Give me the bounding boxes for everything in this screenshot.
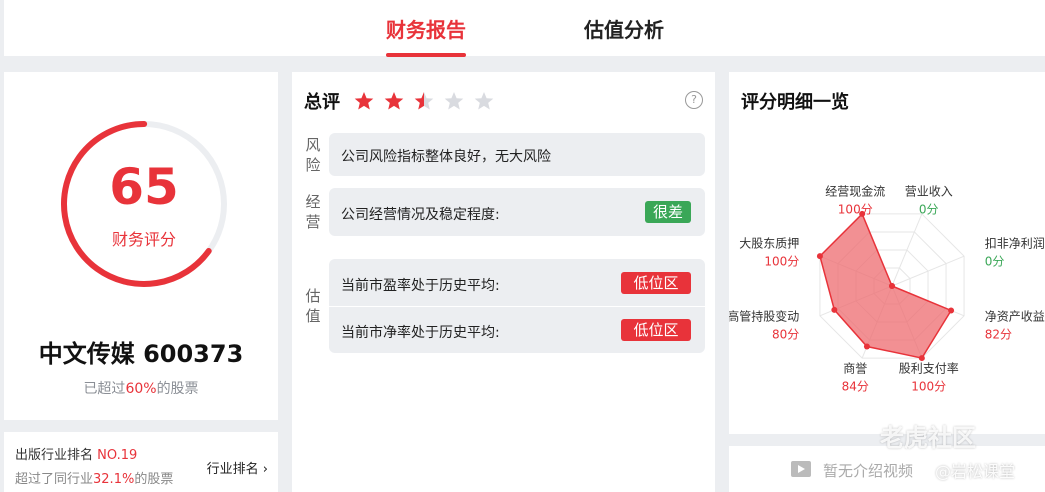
top-tab-bar: 财务报告 估值分析	[4, 0, 1045, 57]
radar-label: 营业收入	[905, 184, 953, 198]
radar-point	[889, 283, 895, 289]
industry-beat-pct: 32.1%	[93, 472, 135, 487]
radar-label: 股利支付率	[899, 361, 959, 376]
tab-valuation-analysis-label: 估值分析	[584, 18, 664, 42]
score-card: 65 财务评分 中文传媒 600373 已超过60%的股票	[4, 72, 278, 420]
radar-value: 100分	[838, 202, 873, 216]
star-half-icon	[414, 92, 434, 110]
radar-label: 净资产收益	[985, 310, 1045, 324]
radar-value: 84分	[842, 380, 869, 394]
radar-value: 82分	[985, 328, 1012, 342]
operations-label: 经营	[305, 193, 321, 231]
active-tab-underline	[386, 53, 466, 57]
star-full-icon	[384, 92, 404, 110]
industry-rank-card: 出版行业排名 NO.19 超过了同行业32.1%的股票 行业排名 ›	[4, 432, 278, 492]
help-icon[interactable]: ?	[685, 91, 703, 109]
radar-label: 商誉	[843, 361, 867, 376]
pe-text: 当前市盈率处于历史平均:	[341, 278, 500, 294]
industry-rank-no: NO.19	[97, 448, 138, 463]
watermark-community: 老虎社区	[880, 424, 976, 452]
radar-point	[863, 343, 870, 350]
radar-data-area	[819, 212, 953, 359]
tab-financial-report-label: 财务报告	[386, 18, 466, 42]
risk-label: 风险	[305, 136, 321, 174]
operations-text: 公司经营情况及稳定程度:	[341, 207, 500, 223]
radar-point	[918, 355, 925, 362]
summary-card: 总评 ? 风险 公司风险指标整体良好，无大风险 经营 公司经营情况及稳定程度: …	[292, 72, 715, 492]
valuation-label: 估值	[305, 287, 321, 325]
score-detail-card: 评分明细一览 营业收入 0分 扣非净利润 0分 净资产收益 82分 股利支付率 100分 商誉 8…	[729, 72, 1045, 434]
star-empty-icon	[444, 92, 464, 110]
radar-label: 大股东质押	[739, 236, 799, 250]
radar-value: 0分	[985, 254, 1005, 268]
summary-title: 总评	[304, 92, 340, 113]
score-value: 65	[109, 158, 179, 216]
industry-beat-text: 超过了同行业32.1%的股票	[15, 472, 174, 487]
radar-chart: 营业收入0分扣非净利润0分净资产收益82分股利支付率100分商誉84分高管持股变…	[729, 183, 1045, 394]
exceed-text: 已超过60%的股票	[83, 381, 199, 397]
industry-rank-link[interactable]: 行业排名 ›	[207, 458, 268, 477]
video-placeholder: 暂无介绍视频	[791, 460, 914, 481]
industry-rank-text: 出版行业排名 NO.19	[15, 448, 138, 463]
radar-label: 高管持股变动	[729, 309, 799, 324]
score-ring: 65 财务评分	[58, 118, 230, 290]
video-icon	[791, 461, 811, 477]
star-full-icon	[354, 92, 374, 110]
chevron-right-icon: ›	[262, 462, 268, 477]
radar-value: 100分	[764, 254, 799, 268]
pb-text: 当前市净率处于历史平均:	[341, 325, 500, 341]
risk-text: 公司风险指标整体良好，无大风险	[341, 149, 551, 165]
stock-name-code: 中文传媒 600373	[38, 340, 244, 368]
star-empty-icon	[474, 92, 494, 110]
valuation-box: 当前市盈率处于历史平均: 低位区 当前市净率处于历史平均: 低位区	[329, 259, 705, 353]
tab-financial-report[interactable]: 财务报告	[386, 14, 466, 57]
star-rating	[354, 91, 494, 111]
radar-point	[831, 306, 838, 313]
radar-label: 经营现金流	[825, 183, 885, 198]
valuation-divider	[329, 306, 705, 307]
exceed-pct: 60%	[125, 381, 157, 397]
radar-label: 扣非净利润	[985, 236, 1045, 250]
pb-tag: 低位区	[621, 319, 691, 341]
operations-tag: 很差	[645, 201, 691, 223]
radar-point	[948, 307, 955, 314]
score-label: 财务评分	[111, 230, 176, 249]
radar-value: 100分	[911, 380, 946, 394]
radar-value: 80分	[772, 328, 799, 342]
radar-point	[816, 253, 823, 260]
video-text: 暂无介绍视频	[823, 462, 914, 480]
pe-tag: 低位区	[621, 272, 691, 294]
tab-valuation-analysis[interactable]: 估值分析	[584, 14, 664, 43]
radar-value: 0分	[919, 202, 939, 216]
risk-box: 公司风险指标整体良好，无大风险	[329, 133, 705, 176]
operations-box: 公司经营情况及稳定程度: 很差	[329, 188, 705, 236]
watermark-author: @岩松课堂	[935, 462, 1016, 481]
